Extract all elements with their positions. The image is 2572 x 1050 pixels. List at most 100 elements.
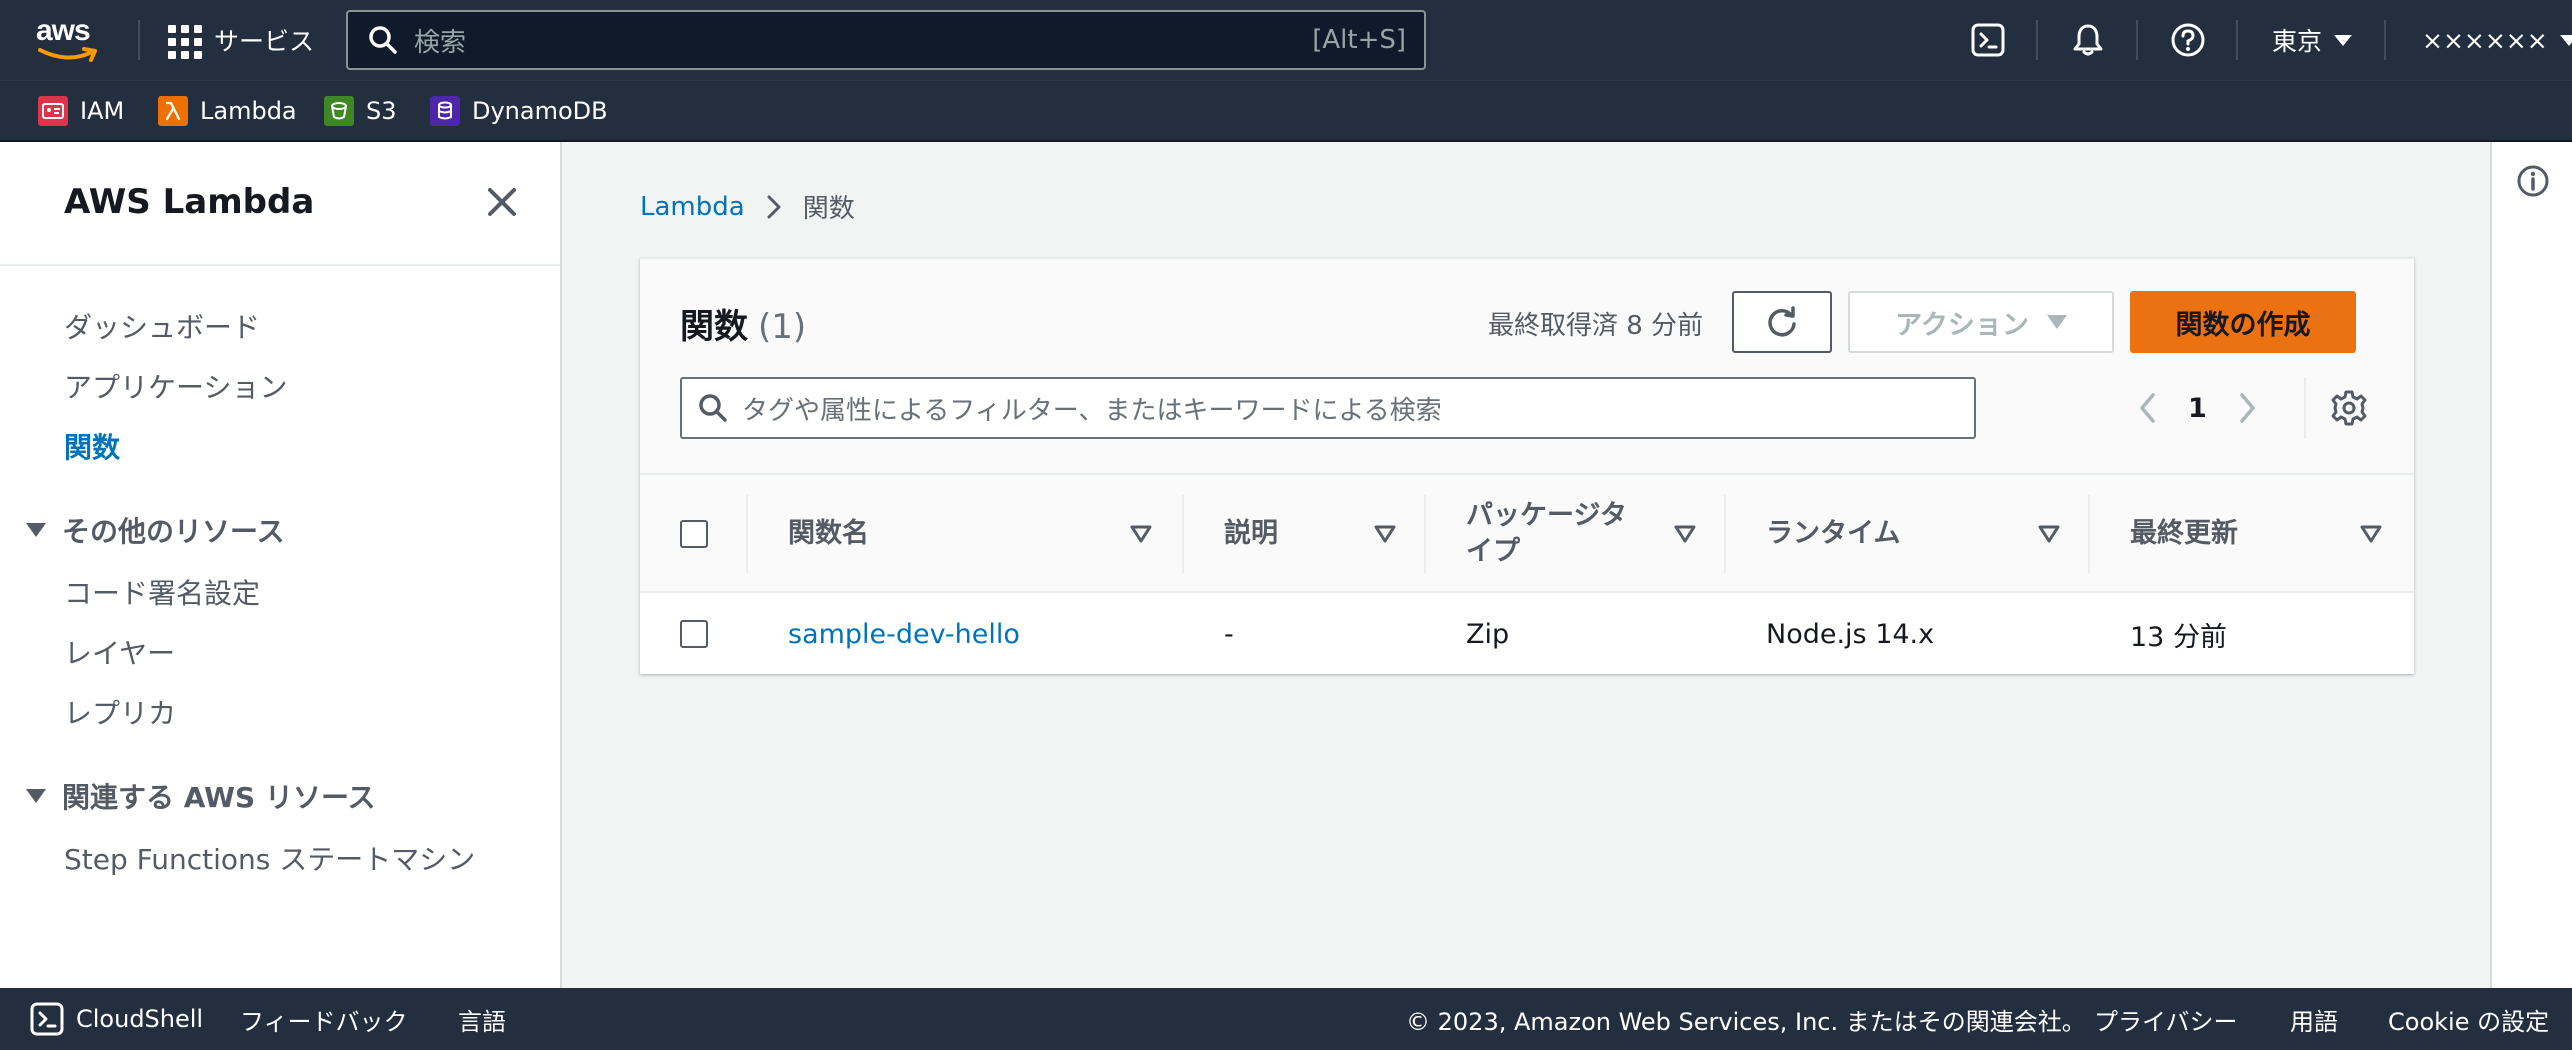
column-divider xyxy=(1182,495,1184,573)
footer-cookie-settings-link[interactable]: Cookie の設定 xyxy=(2388,988,2549,1050)
sidebar-item-step-functions[interactable]: Step Functions ステートマシン xyxy=(64,838,475,878)
search-icon xyxy=(699,394,727,422)
region-label: 東京 xyxy=(2272,27,2323,56)
favorite-s3[interactable]: S3 xyxy=(324,95,397,127)
sidebar-item-layers[interactable]: レイヤー xyxy=(64,632,175,672)
filter-search-input[interactable]: タグや属性によるフィルター、またはキーワードによる検索 xyxy=(680,377,1976,439)
favorite-dynamodb[interactable]: DynamoDB xyxy=(430,95,608,127)
global-search-input[interactable]: 検索 [Alt+S] xyxy=(346,10,1426,70)
favorite-lambda[interactable]: Lambda xyxy=(158,95,297,127)
sort-icon[interactable] xyxy=(1674,523,1696,545)
gear-icon[interactable] xyxy=(2330,389,2368,427)
column-divider xyxy=(1424,495,1426,573)
column-header-package-type[interactable]: パッケージタ イプ xyxy=(1466,475,1627,593)
sort-icon[interactable] xyxy=(1374,523,1396,545)
terminal-icon xyxy=(1971,23,2005,57)
column-header-function-name[interactable]: 関数名 xyxy=(788,475,869,593)
chevron-left-icon[interactable] xyxy=(2136,390,2160,426)
caret-down-icon xyxy=(2046,315,2067,329)
select-all-checkbox[interactable] xyxy=(680,520,708,548)
filter-placeholder: タグや属性によるフィルター、またはキーワードによる検索 xyxy=(742,395,1442,426)
chevron-right-icon xyxy=(767,195,781,218)
aws-logo[interactable]: aws xyxy=(36,16,100,64)
table-row: sample-dev-hello - Zip Node.js 14.x 13 分… xyxy=(640,593,2414,675)
table-header: 関数名 説明 パッケージタ イプ ランタイム 最終更新 xyxy=(640,475,2414,593)
breadcrumb: Lambda 関数 xyxy=(640,188,855,225)
section-label: その他のリソース xyxy=(62,515,285,548)
bell-icon xyxy=(2073,24,2103,56)
sort-icon[interactable] xyxy=(2360,523,2382,545)
nav-divider xyxy=(138,20,140,60)
aws-logo-text: aws xyxy=(36,14,91,47)
footer-copyright: © 2023, Amazon Web Services, Inc. またはその関… xyxy=(1406,1007,2086,1036)
notifications-button[interactable] xyxy=(2068,20,2108,60)
chevron-right-icon[interactable] xyxy=(2235,390,2259,426)
actions-label: アクション xyxy=(1895,309,2029,341)
nav-divider xyxy=(2036,20,2038,60)
side-nav-title[interactable]: AWS Lambda xyxy=(64,182,314,222)
breadcrumb-lambda[interactable]: Lambda xyxy=(640,192,745,222)
breadcrumb-current: 関数 xyxy=(802,194,855,224)
refresh-button[interactable] xyxy=(1732,291,1832,353)
sort-icon[interactable] xyxy=(2038,523,2060,545)
caret-down-icon xyxy=(2559,34,2572,46)
function-name-link[interactable]: sample-dev-hello xyxy=(788,593,1020,675)
caret-down-icon xyxy=(26,789,46,803)
refresh-icon xyxy=(1768,306,1796,337)
footer: CloudShell フィードバック 言語 © 2023, Amazon Web… xyxy=(0,988,2572,1050)
actions-dropdown-button[interactable]: アクション xyxy=(1848,291,2114,353)
close-icon[interactable] xyxy=(482,182,522,222)
aws-smile-icon xyxy=(38,47,97,62)
last-fetched-text: 最終取得済 8 分前 xyxy=(1488,311,1704,341)
sidebar-item-dashboard[interactable]: ダッシュボード xyxy=(64,306,260,346)
column-header-last-modified[interactable]: 最終更新 xyxy=(2130,475,2238,593)
caret-down-icon xyxy=(26,523,46,537)
help-icon xyxy=(2171,23,2205,57)
cloudshell-button[interactable] xyxy=(1968,20,2008,60)
tools-panel-rail xyxy=(2490,142,2572,988)
services-grid-icon xyxy=(166,23,202,59)
account-menu[interactable]: ×××××× xyxy=(2422,20,2572,60)
sidebar-section-related-resources[interactable]: 関連する AWS リソース xyxy=(26,776,376,816)
footer-cloudshell-button[interactable]: CloudShell xyxy=(30,988,203,1050)
account-name: ×××××× xyxy=(2422,25,2548,55)
sidebar-item-applications[interactable]: アプリケーション xyxy=(64,366,287,406)
column-divider xyxy=(746,495,748,573)
footer-language-link[interactable]: 言語 xyxy=(458,988,506,1050)
column-header-description[interactable]: 説明 xyxy=(1224,475,1278,593)
side-navigation: AWS Lambda ダッシュボード アプリケーション 関数 その他のリソース … xyxy=(0,142,562,988)
pager-divider xyxy=(2304,377,2306,439)
region-selector[interactable]: 東京 xyxy=(2272,20,2353,60)
function-last-modified: 13 分前 xyxy=(2130,621,2227,653)
favorites-bar: IAM Lambda S3 DynamoDB xyxy=(0,80,2572,142)
nav-divider xyxy=(2236,20,2238,60)
s3-icon xyxy=(324,96,354,126)
sidebar-section-other-resources[interactable]: その他のリソース xyxy=(26,510,285,550)
top-navigation: aws サービス 検索 [Alt+S] 東京 ×××××× xyxy=(0,0,2572,80)
footer-terms-link[interactable]: 用語 xyxy=(2290,988,2338,1050)
favorite-label: S3 xyxy=(366,97,397,125)
footer-privacy-link[interactable]: プライバシー xyxy=(2094,988,2238,1050)
sidebar-item-functions[interactable]: 関数 xyxy=(64,426,120,466)
search-icon xyxy=(369,26,397,54)
services-menu-button[interactable]: サービス xyxy=(166,20,314,60)
function-description: - xyxy=(1224,618,1234,650)
help-button[interactable] xyxy=(2168,20,2208,60)
column-header-runtime[interactable]: ランタイム xyxy=(1766,475,1900,593)
function-count: (1) xyxy=(758,307,807,347)
favorite-label: DynamoDB xyxy=(472,97,608,125)
sidebar-item-replicas[interactable]: レプリカ xyxy=(64,692,176,732)
footer-feedback-link[interactable]: フィードバック xyxy=(240,988,408,1050)
page-number[interactable]: 1 xyxy=(2188,393,2207,424)
search-shortcut: [Alt+S] xyxy=(1312,25,1406,55)
row-checkbox[interactable] xyxy=(680,620,708,648)
favorite-iam[interactable]: IAM xyxy=(38,95,124,127)
iam-icon xyxy=(38,96,68,126)
sidebar-item-code-signing[interactable]: コード署名設定 xyxy=(64,572,260,612)
info-icon[interactable] xyxy=(2516,164,2550,198)
dynamodb-icon xyxy=(430,96,460,126)
side-nav-header: AWS Lambda xyxy=(0,142,560,266)
sort-icon[interactable] xyxy=(1130,523,1152,545)
create-function-button[interactable]: 関数の作成 xyxy=(2130,291,2356,353)
function-runtime: Node.js 14.x xyxy=(1766,618,1935,650)
